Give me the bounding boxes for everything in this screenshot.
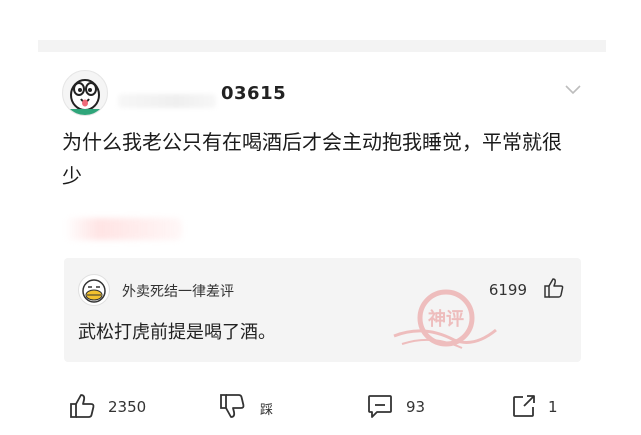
redacted-smudge: [64, 218, 182, 240]
comment-author[interactable]: 外卖死结一律差评: [122, 281, 234, 301]
thumbs-up-icon[interactable]: [543, 277, 565, 299]
thumbs-down-icon: [220, 394, 245, 418]
comment-text: 武松打虎前提是喝了酒。: [78, 322, 276, 343]
commenter-avatar[interactable]: [78, 274, 110, 306]
like-count: 2350: [108, 398, 147, 416]
comment-button[interactable]: 93: [366, 390, 436, 422]
stamp-text: 神评: [428, 308, 464, 330]
chevron-down-icon[interactable]: [565, 85, 581, 95]
like-button[interactable]: 2350: [68, 390, 158, 422]
dislike-label: 踩: [260, 403, 274, 418]
share-count: 1: [548, 398, 558, 416]
post-text: 为什么我老公只有在喝酒后才会主动抱我睡觉，平常就很少: [62, 130, 562, 188]
comment-count: 93: [406, 398, 426, 416]
share-icon: [513, 395, 535, 417]
action-bar: 2350 踩 93 1: [0, 390, 641, 422]
share-button[interactable]: 1: [510, 390, 570, 422]
comment-like-count[interactable]: 6199: [489, 281, 527, 299]
god-comment-stamp: 神评: [393, 289, 497, 349]
username-redacted: [118, 94, 216, 108]
thumbs-up-icon: [70, 394, 95, 418]
user-avatar[interactable]: [62, 70, 108, 116]
post-username[interactable]: 03615: [221, 83, 286, 104]
top-comment-card[interactable]: 外卖死结一律差评 神评 6199 武松打虎前提是喝了酒。: [64, 258, 581, 362]
dislike-button[interactable]: 踩: [218, 390, 288, 422]
top-divider: [38, 40, 606, 52]
comment-bubble-icon: [368, 395, 392, 418]
